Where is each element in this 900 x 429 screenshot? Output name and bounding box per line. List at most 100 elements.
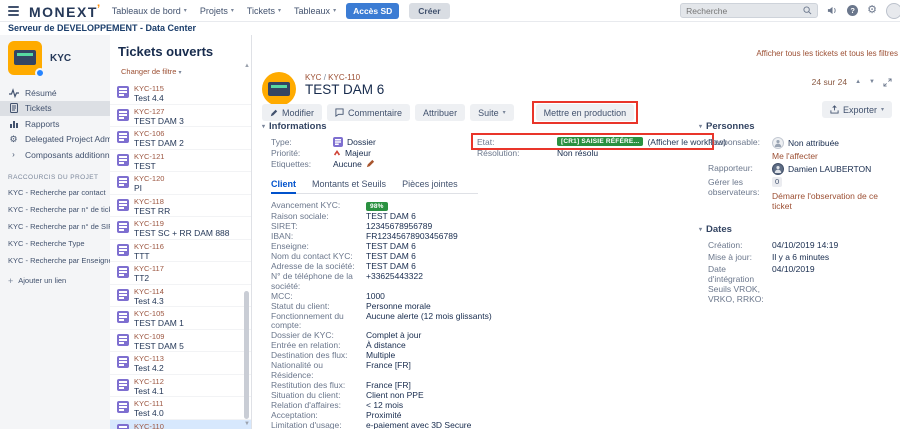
- ticket-list-item[interactable]: KYC-127TEST DAM 3: [110, 105, 251, 128]
- more-actions-button[interactable]: Suite ▾: [470, 104, 514, 121]
- acces-sd-button[interactable]: Accès SD: [346, 3, 399, 19]
- ticket-key: KYC-111: [134, 399, 241, 408]
- issue-type-icon: [117, 109, 129, 121]
- monext-logo[interactable]: MONEXT’: [29, 0, 102, 23]
- nav-right-group: ? ⚙: [680, 3, 892, 19]
- scroll-up-icon[interactable]: ▲: [244, 63, 250, 69]
- field-row: Raison sociale:TEST DAM 6: [271, 212, 702, 222]
- breadcrumb-project-link[interactable]: KYC: [305, 73, 321, 82]
- project-shortcut-link[interactable]: KYC - Recherche Type: [0, 235, 110, 252]
- ticket-list-item[interactable]: KYC-112Test 4.1: [110, 375, 251, 398]
- ticket-list-scrollbar[interactable]: ▲ ▼: [243, 63, 250, 427]
- sidebar-item-delegated-project-admin[interactable]: ⚙Delegated Project Admin: [0, 132, 110, 148]
- ticket-list-item[interactable]: KYC-109TEST DAM 5: [110, 330, 251, 353]
- nav-menu-label: Tableaux: [294, 6, 330, 16]
- edit-labels-pencil-icon[interactable]: [366, 159, 375, 168]
- tab-pi-ces-jointes[interactable]: Pièces jointes: [402, 179, 458, 193]
- top-navigation-bar: MONEXT’ Tableaux de bord▾ Projets▾ Tickets…: [0, 0, 900, 22]
- add-link-button[interactable]: + Ajouter un lien: [0, 269, 110, 286]
- collapse-icon: ▾: [262, 123, 265, 130]
- chevron-down-icon: ▾: [184, 7, 187, 14]
- feedback-megaphone-icon[interactable]: [827, 5, 838, 16]
- nav-menu-projets[interactable]: Projets▾: [200, 6, 234, 16]
- ticket-summary: Test 4.3: [134, 296, 241, 306]
- change-filter-link[interactable]: Changer de filtre ▾: [121, 67, 182, 76]
- people-section-title[interactable]: ▾ Personnes: [699, 121, 900, 132]
- field-value: Proximité: [366, 411, 401, 421]
- field-value: 98%: [366, 201, 388, 212]
- informations-section-title[interactable]: ▾ Informations: [262, 121, 702, 132]
- sidebar-item-composants-additionnels[interactable]: ›Composants additionnels: [0, 147, 110, 163]
- create-button[interactable]: Créer: [409, 3, 449, 19]
- previous-ticket-icon[interactable]: ▲: [855, 79, 861, 85]
- chevron-down-icon: ▾: [333, 7, 336, 14]
- ticket-list-item[interactable]: KYC-118TEST RR: [110, 195, 251, 218]
- breadcrumb-key-link[interactable]: KYC-110: [328, 73, 360, 82]
- nav-menu-tickets[interactable]: Tickets▾: [247, 6, 281, 16]
- issue-type-icon: [117, 244, 129, 256]
- tab-montants-et-seuils[interactable]: Montants et Seuils: [312, 179, 386, 193]
- assign-to-me-link[interactable]: Me l'affecter: [772, 151, 818, 161]
- issue-type-icon: [117, 154, 129, 166]
- project-shortcut-link[interactable]: KYC - Recherche par contact: [0, 184, 110, 201]
- ticket-list-item[interactable]: KYC-116TTT: [110, 240, 251, 263]
- nav-menu-tableaux[interactable]: Tableaux▾: [294, 6, 336, 16]
- updated-row: Mise à jour: Il y a 6 minutes: [708, 252, 900, 262]
- settings-gear-icon[interactable]: ⚙: [867, 5, 877, 16]
- scroll-down-icon[interactable]: ▼: [244, 421, 250, 427]
- assign-button[interactable]: Attribuer: [415, 104, 465, 121]
- tab-client[interactable]: Client: [271, 179, 296, 194]
- chevron-down-icon: ▾: [503, 109, 506, 116]
- search-input[interactable]: [686, 6, 799, 16]
- chart-icon: [8, 119, 19, 129]
- field-value: < 12 mois: [366, 401, 403, 411]
- project-shortcut-link[interactable]: KYC - Recherche par n° de SIRET: [0, 218, 110, 235]
- field-label: Fonctionnement du compte:: [271, 312, 366, 331]
- ticket-list-item[interactable]: KYC-106TEST DAM 2: [110, 127, 251, 150]
- expand-icon[interactable]: [883, 78, 892, 87]
- watch-ticket-link[interactable]: Démarre l'observation de ce ticket: [772, 191, 900, 211]
- help-icon[interactable]: ?: [847, 5, 858, 16]
- scrollbar-thumb[interactable]: [244, 291, 249, 419]
- ticket-list-item[interactable]: KYC-105TEST DAM 1: [110, 307, 251, 330]
- nav-menu-tableaux-de-bord[interactable]: Tableaux de bord▾: [112, 6, 187, 16]
- next-ticket-icon[interactable]: ▼: [869, 79, 875, 85]
- field-label: Avancement KYC:: [271, 201, 366, 212]
- assignee-row: Responsable: Non attribuée: [708, 137, 900, 149]
- ticket-key: KYC-120: [134, 174, 241, 183]
- project-shortcut-link[interactable]: KYC - Recherche par Enseigne: [0, 252, 110, 269]
- ticket-list-item[interactable]: KYC-111Test 4.0: [110, 397, 251, 420]
- field-label: Restitution des flux:: [271, 381, 366, 391]
- user-avatar[interactable]: [886, 3, 900, 19]
- pager: 24 sur 24 ▲ ▼: [812, 77, 892, 87]
- ticket-key: KYC-109: [134, 332, 241, 341]
- dates-section-title[interactable]: ▾ Dates: [699, 224, 900, 235]
- ticket-list-item[interactable]: KYC-119TEST SC + RR DAM 888: [110, 217, 251, 240]
- detail-tabs: Client Montants et Seuils Pièces jointes: [271, 179, 478, 194]
- sidebar-item-rapports[interactable]: Rapports: [0, 116, 110, 132]
- project-shortcut-link[interactable]: KYC - Recherche par n° de ticket: [0, 201, 110, 218]
- field-value: Personne morale: [366, 302, 431, 312]
- sidebar-item-tickets[interactable]: Tickets: [0, 101, 110, 117]
- field-label: N° de téléphone de la société:: [271, 272, 366, 291]
- show-all-tickets-link[interactable]: Afficher tous les tickets et tous les fi…: [756, 49, 898, 58]
- ticket-summary: PI: [134, 183, 241, 193]
- ticket-list-item[interactable]: KYC-110TEST DAM 6: [110, 420, 251, 429]
- sidebar-item-r-sum-[interactable]: Résumé: [0, 85, 110, 101]
- field-row: Limitation d'usage:e-paiement avec 3D Se…: [271, 421, 702, 429]
- ticket-list-item[interactable]: KYC-113Test 4.2: [110, 352, 251, 375]
- export-button[interactable]: Exporter ▾: [822, 101, 892, 118]
- hamburger-menu-icon[interactable]: [8, 6, 19, 16]
- field-row: MCC:1000: [271, 292, 702, 302]
- comment-button[interactable]: Commentaire: [327, 104, 410, 121]
- ticket-list-item[interactable]: KYC-115Test 4.4: [110, 82, 251, 105]
- edit-button[interactable]: Modifier: [262, 104, 322, 121]
- ticket-list-item[interactable]: KYC-121TEST: [110, 150, 251, 173]
- ticket-list-item[interactable]: KYC-114Test 4.3: [110, 285, 251, 308]
- ticket-list-item[interactable]: KYC-120PI: [110, 172, 251, 195]
- search-box[interactable]: [680, 3, 818, 18]
- workflow-action-button[interactable]: Mettre en production: [536, 104, 635, 121]
- ticket-list-item[interactable]: KYC-117TT2: [110, 262, 251, 285]
- project-header[interactable]: KYC: [0, 41, 110, 75]
- field-value: France [FR]: [366, 361, 411, 380]
